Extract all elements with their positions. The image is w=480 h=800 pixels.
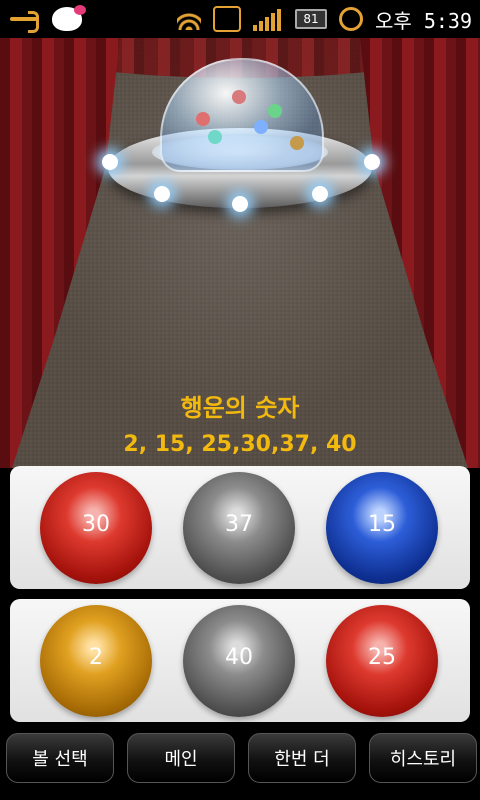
ball-number: 25: [368, 644, 396, 670]
lotto-ball[interactable]: 40: [183, 605, 295, 717]
bottom-button-bar: 볼 선택 메인 한번 더 히스토리: [0, 728, 480, 800]
ufo-light: [102, 154, 118, 170]
main-button[interactable]: 메인: [127, 733, 235, 783]
ball-number: 30: [82, 511, 110, 537]
lotto-ball[interactable]: 25: [326, 605, 438, 717]
history-button[interactable]: 히스토리: [369, 733, 477, 783]
ball-number: 2: [89, 644, 103, 670]
alarm-icon: [338, 7, 363, 31]
battery-icon: 81: [294, 9, 327, 29]
signal-icon: [252, 7, 283, 31]
ball-panel-1: 30 37 15: [10, 466, 470, 589]
mini-ball: [208, 130, 222, 144]
lotto-ball[interactable]: 30: [40, 472, 152, 584]
status-bar: 81 오후 5:39: [0, 0, 480, 38]
mini-ball: [196, 112, 210, 126]
ball-number: 40: [225, 644, 253, 670]
lotto-ball[interactable]: 15: [326, 472, 438, 584]
ufo-light: [364, 154, 380, 170]
mini-ball: [254, 120, 268, 134]
lotto-ball[interactable]: 2: [40, 605, 152, 717]
usb-icon: [8, 8, 42, 33]
ball-number: 15: [368, 511, 396, 537]
ball-panel-2: 2 40 25: [10, 599, 470, 722]
ufo-light: [312, 186, 328, 202]
stage: 행운의 숫자 2, 15, 25,30,37, 40: [0, 38, 480, 468]
lucky-numbers-list: 2, 15, 25,30,37, 40: [123, 432, 357, 457]
vibrate-icon: [212, 6, 241, 32]
ufo-dome: [160, 58, 324, 172]
lotto-ball[interactable]: 37: [183, 472, 295, 584]
wifi-icon: [176, 8, 201, 30]
ufo-lottery-machine[interactable]: [102, 58, 380, 258]
clock: 오후 5:39: [374, 8, 472, 33]
status-bar-left: [8, 4, 86, 34]
ball-number: 37: [225, 511, 253, 537]
mini-ball: [232, 90, 246, 104]
status-bar-right: 81 오후 5:39: [176, 4, 472, 34]
mini-ball: [290, 136, 304, 150]
ufo-light: [232, 196, 248, 212]
lucky-numbers-title: 행운의 숫자: [180, 394, 300, 422]
ufo-light: [154, 186, 170, 202]
ball-select-button[interactable]: 볼 선택: [6, 733, 114, 783]
mini-ball: [268, 104, 282, 118]
hello-kitty-icon: [52, 5, 86, 31]
again-button[interactable]: 한번 더: [248, 733, 356, 783]
